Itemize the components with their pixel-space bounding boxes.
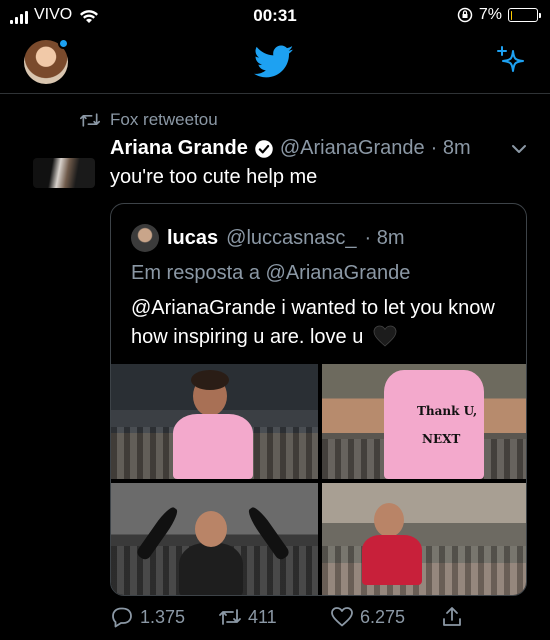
top-header xyxy=(0,30,550,94)
photo-3[interactable] xyxy=(111,483,318,595)
tweet-time: · 8m xyxy=(430,137,471,159)
quoted-author-avatar xyxy=(131,224,159,252)
quoted-tweet-time: · 8m xyxy=(364,226,405,249)
retweeted-by-label: Fox retweetou xyxy=(110,110,218,129)
quoted-author-name: lucas xyxy=(167,226,219,249)
battery-icon xyxy=(508,8,541,22)
person-body xyxy=(179,543,243,595)
reply-prefix: Em resposta a xyxy=(131,262,260,284)
like-count: 6.275 xyxy=(360,606,406,627)
orientation-lock-icon xyxy=(457,7,473,23)
battery-fill xyxy=(510,10,513,20)
twitter-bird-icon[interactable] xyxy=(254,45,294,79)
author-name[interactable]: Ariana Grande xyxy=(110,137,248,160)
reply-button[interactable]: 1.375 xyxy=(110,605,185,629)
reply-context: Em resposta a @ArianaGrande xyxy=(131,262,410,285)
retweet-icon xyxy=(219,609,241,625)
person-shirt xyxy=(362,535,422,585)
person-hair xyxy=(191,370,229,390)
person-head xyxy=(374,503,404,537)
tweet-header: Ariana Grande @ArianaGrande · 8m xyxy=(110,137,471,160)
retweet-icon xyxy=(80,113,100,127)
retweet-count: 411 xyxy=(248,606,277,627)
status-right: 7% xyxy=(457,6,541,24)
quoted-tweet-text-block: @ArianaGrande i wanted to let you know h… xyxy=(131,294,511,352)
heart-icon xyxy=(331,607,353,627)
quoted-tweet-header: lucas @luccasnasc_ · 8m xyxy=(131,224,405,252)
photo-1[interactable] xyxy=(111,364,318,479)
verified-badge-icon xyxy=(255,139,273,158)
person-head xyxy=(195,511,227,547)
crowd-background xyxy=(322,545,526,595)
author-avatar[interactable] xyxy=(33,158,95,188)
retweet-button[interactable]: 411 xyxy=(218,605,277,629)
reply-to-handle[interactable]: @ArianaGrande xyxy=(266,262,411,284)
status-bar: VIVO 00:31 7% xyxy=(0,0,550,30)
tweet-text: you're too cute help me xyxy=(110,166,318,188)
quoted-tweet-text: @ArianaGrande i wanted to let you know h… xyxy=(131,297,495,348)
share-button[interactable] xyxy=(440,605,464,629)
shirt-print-thank-u: Thank U, xyxy=(417,404,478,418)
person-shirt xyxy=(173,414,253,479)
photo-2[interactable]: Thank U, NEXT xyxy=(322,364,526,479)
photo-4[interactable] xyxy=(322,483,526,595)
chevron-down-icon[interactable] xyxy=(510,140,528,158)
quoted-author-handle: @luccasnasc_ xyxy=(226,226,357,249)
notification-dot xyxy=(58,38,69,49)
battery-percent: 7% xyxy=(478,6,502,23)
photo-grid: Thank U, NEXT xyxy=(111,364,526,595)
quoted-tweet[interactable]: lucas @luccasnasc_ · 8m Em resposta a @A… xyxy=(110,203,527,596)
author-handle[interactable]: @ArianaGrande xyxy=(280,137,425,160)
sparkle-icon[interactable] xyxy=(494,44,528,78)
person-shirt xyxy=(384,370,484,479)
reply-count: 1.375 xyxy=(140,606,186,627)
like-button[interactable]: 6.275 xyxy=(330,605,405,629)
tweet-actions: 1.375 411 6.275 xyxy=(110,605,527,635)
reply-icon xyxy=(112,607,132,628)
shirt-print-next: NEXT xyxy=(422,432,461,446)
black-heart-emoji-icon xyxy=(373,325,397,347)
retweet-indicator: Fox retweetou xyxy=(80,110,218,130)
share-icon xyxy=(443,607,461,626)
